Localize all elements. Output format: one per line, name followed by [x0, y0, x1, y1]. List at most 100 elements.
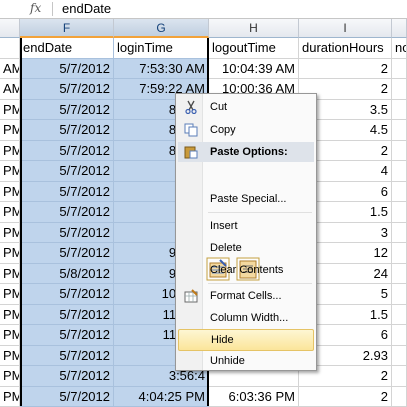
table-cell[interactable]: 5/8/2012 — [20, 264, 114, 285]
table-cell[interactable] — [392, 264, 407, 285]
table-cell[interactable]: PM — [0, 264, 20, 285]
menu-item-label: Unhide — [210, 355, 245, 367]
table-cell[interactable] — [392, 79, 407, 100]
table-cell[interactable]: 5/7/2012 — [20, 141, 114, 162]
table-cell[interactable]: 5/7/2012 — [20, 182, 114, 203]
menu-item-cut[interactable]: Cut — [178, 96, 314, 118]
menu-item-clear-contents[interactable]: Clear Contents — [178, 259, 314, 281]
menu-item-label: Paste Special... — [210, 193, 286, 205]
column-header-j[interactable] — [392, 19, 407, 38]
table-cell[interactable]: PM — [0, 100, 20, 121]
table-cell[interactable] — [392, 100, 407, 121]
table-cell[interactable]: PM — [0, 161, 20, 182]
menu-item-hide[interactable]: Hide — [178, 329, 314, 351]
table-cell[interactable]: 5/7/2012 — [20, 305, 114, 326]
table-cell[interactable]: 5/7/2012 — [20, 59, 114, 80]
table-cell[interactable]: PM — [0, 284, 20, 305]
table-cell[interactable] — [392, 284, 407, 305]
column-title-cell[interactable]: no — [392, 38, 407, 59]
menu-item-column-width[interactable]: Column Width... — [178, 307, 314, 329]
menu-item-unhide[interactable]: Unhide — [178, 350, 314, 372]
column-title-cell[interactable]: loginTime — [114, 38, 209, 59]
column-title-cell[interactable]: logoutTime — [209, 38, 299, 59]
paste-icon — [184, 145, 198, 159]
table-cell[interactable]: 10:04:39 AM — [209, 59, 299, 80]
table-cell[interactable] — [392, 202, 407, 223]
table-cell[interactable]: 5/7/2012 — [20, 346, 114, 367]
table-cell[interactable]: PM — [0, 202, 20, 223]
column-title-cell[interactable]: durationHours — [299, 38, 392, 59]
menu-item-label: Delete — [210, 242, 242, 254]
table-cell[interactable]: PM — [0, 387, 20, 407]
table-cell[interactable] — [392, 223, 407, 244]
table-cell[interactable]: 2 — [299, 387, 392, 407]
table-cell[interactable]: 5/7/2012 — [20, 284, 114, 305]
menu-item-label: Copy — [210, 124, 236, 136]
table-cell[interactable]: 5/7/2012 — [20, 223, 114, 244]
table-cell[interactable]: 5/7/2012 — [20, 387, 114, 407]
table-cell[interactable]: PM — [0, 141, 20, 162]
table-cell[interactable]: 5/7/2012 — [20, 120, 114, 141]
function-icon[interactable]: fx — [30, 1, 41, 15]
formula-bar: fx endDate — [0, 0, 407, 19]
format-cells-icon — [184, 289, 198, 303]
table-cell[interactable]: PM — [0, 325, 20, 346]
table-cell[interactable]: 5/7/2012 — [20, 202, 114, 223]
menu-item-label: Cut — [210, 101, 227, 113]
menu-item-label: Column Width... — [210, 312, 288, 324]
table-cell[interactable]: 5/7/2012 — [20, 79, 114, 100]
table-cell[interactable] — [392, 161, 407, 182]
table-cell[interactable] — [392, 243, 407, 264]
table-cell[interactable]: 4:04:25 PM — [114, 387, 209, 407]
menu-item-copy[interactable]: Copy — [178, 119, 314, 141]
table-cell[interactable]: 5/7/2012 — [20, 100, 114, 121]
table-cell[interactable] — [392, 182, 407, 203]
table-cell[interactable]: 5/7/2012 — [20, 161, 114, 182]
menu-item-label: Clear Contents — [210, 264, 283, 276]
table-cell[interactable] — [392, 120, 407, 141]
table-cell[interactable] — [392, 141, 407, 162]
menu-item-delete[interactable]: Delete — [178, 237, 314, 259]
menu-item-insert[interactable]: Insert — [178, 215, 314, 237]
column-header-i[interactable]: I — [299, 19, 392, 38]
table-cell[interactable]: PM — [0, 120, 20, 141]
table-cell[interactable]: PM — [0, 366, 20, 387]
menu-item-format-cells[interactable]: Format Cells... — [178, 285, 314, 307]
table-cell[interactable] — [392, 325, 407, 346]
column-header-h[interactable]: H — [209, 19, 299, 38]
menu-separator — [208, 283, 312, 284]
table-cell[interactable]: PM — [0, 182, 20, 203]
table-cell[interactable]: AM — [0, 59, 20, 80]
table-cell[interactable]: 2 — [299, 59, 392, 80]
table-cell[interactable]: 5/7/2012 — [20, 243, 114, 264]
menu-item-label: Insert — [210, 220, 238, 232]
column-e: AMAMPMPMPMPMPMPMPMPMPMPMPMPMPMPMPM — [0, 38, 20, 406]
column-title-cell[interactable]: endDate — [20, 38, 114, 59]
menu-item-paste-special[interactable]: Paste Special... — [178, 188, 314, 210]
column-j: no — [392, 38, 407, 406]
table-cell[interactable]: PM — [0, 346, 20, 367]
table-cell[interactable]: 5/7/2012 — [20, 325, 114, 346]
menu-separator — [208, 212, 312, 213]
table-cell[interactable]: PM — [0, 243, 20, 264]
table-cell[interactable]: PM — [0, 305, 20, 326]
table-cell[interactable]: 5/7/2012 — [20, 366, 114, 387]
table-cell[interactable]: 7:53:30 AM — [114, 59, 209, 80]
column-header-f[interactable]: F — [20, 19, 114, 38]
scissors-icon — [184, 100, 198, 114]
column-header-e[interactable] — [0, 19, 20, 38]
table-cell[interactable]: AM — [0, 79, 20, 100]
column-header-g[interactable]: G — [114, 19, 209, 38]
column-title-cell[interactable] — [0, 38, 20, 59]
table-cell[interactable] — [392, 366, 407, 387]
paste-options-header: Paste Options: — [178, 142, 314, 162]
menu-item-label: Format Cells... — [210, 290, 282, 302]
table-cell[interactable] — [392, 305, 407, 326]
table-cell[interactable] — [392, 59, 407, 80]
formula-input[interactable]: endDate — [62, 1, 111, 16]
table-cell[interactable] — [392, 387, 407, 407]
table-cell[interactable]: 6:03:36 PM — [209, 387, 299, 407]
copy-icon — [184, 123, 198, 137]
table-cell[interactable] — [392, 346, 407, 367]
table-cell[interactable]: PM — [0, 223, 20, 244]
